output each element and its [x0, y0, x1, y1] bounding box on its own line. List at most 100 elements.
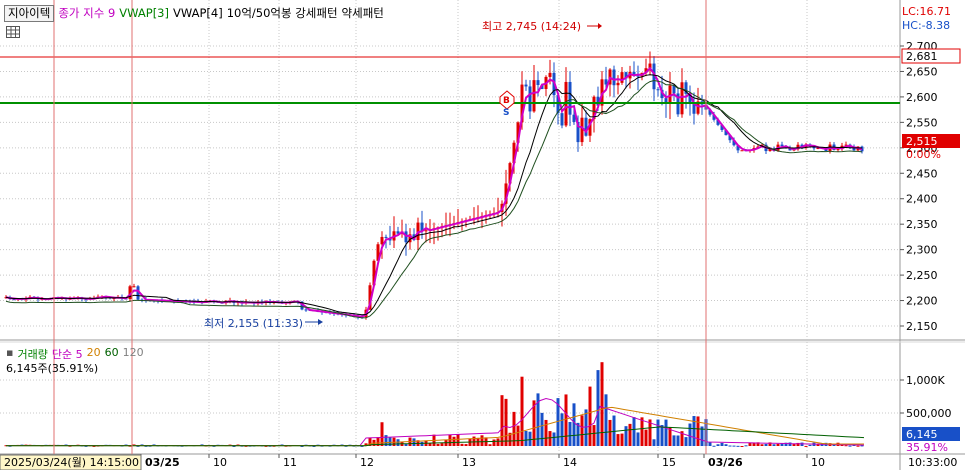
candle-body — [528, 86, 532, 112]
volume-bar — [404, 444, 408, 446]
volume-bar — [544, 419, 548, 446]
price-tick-label: 2,350 — [906, 218, 938, 231]
volume-bar — [496, 438, 500, 446]
change-percent: 0.00% — [906, 148, 941, 161]
volume-bar — [440, 443, 444, 446]
volume-bar — [848, 445, 852, 447]
volume-bar — [772, 444, 776, 446]
time-tick-label: 14 — [563, 456, 577, 469]
high-price-tag-text: 2,681 — [906, 50, 938, 63]
volume-bar — [584, 409, 588, 446]
volume-bar — [652, 439, 656, 446]
candle-body — [680, 82, 684, 115]
candle-body — [836, 149, 840, 151]
time-tick-label: 12 — [360, 456, 374, 469]
volume-bar — [644, 429, 648, 446]
volume-bar — [792, 444, 796, 446]
volume-bar — [516, 425, 520, 446]
price-tick-label: 2,150 — [906, 320, 938, 333]
candle-body — [384, 236, 388, 238]
volume-bar — [736, 445, 740, 447]
time-tick-label: 03/25 — [145, 456, 180, 469]
volume-bar — [456, 434, 460, 446]
legend-vwap4[interactable]: VWAP[4] — [173, 6, 223, 20]
cursor-date: 2025/03/24(월) 14:15:00 — [4, 456, 139, 469]
volume-bar — [620, 433, 624, 446]
time-tick-label: 11 — [283, 456, 297, 469]
volume-bar — [452, 436, 456, 446]
volume-bar — [776, 443, 780, 446]
volume-bar — [568, 422, 572, 446]
volume-bar — [708, 442, 712, 446]
candle-body — [304, 309, 308, 311]
volume-bar — [712, 445, 716, 447]
stock-name-button[interactable]: 지아이텍 — [4, 4, 55, 22]
volume-bar — [788, 442, 792, 446]
volume-bar — [684, 437, 688, 446]
volume-bar — [844, 445, 848, 447]
volume-bar — [500, 395, 504, 446]
price-tick-label: 2,550 — [906, 116, 938, 129]
legend-close-index[interactable]: 종가 지수 9 — [58, 5, 115, 21]
candle-body — [780, 144, 784, 147]
price-tick-label: 2,450 — [906, 167, 938, 180]
candle-body — [548, 72, 552, 77]
volume-bar — [592, 425, 596, 446]
hc-label: HC:-8.38 — [902, 19, 950, 32]
volume-bar — [448, 435, 452, 446]
volume-bar — [572, 403, 576, 446]
volume-legend-ma60[interactable]: 60 — [105, 346, 119, 362]
volume-bar — [688, 423, 692, 446]
volume-tick-label: 500,000 — [906, 407, 952, 420]
price-volume-chart[interactable]: 최고 2,745 (14:24) 최저 2,155 (11:33) B S LC… — [0, 0, 965, 470]
volume-pct: 35.91% — [906, 441, 948, 454]
volume-bar — [580, 415, 584, 446]
candle-body — [568, 81, 572, 115]
buy-marker-label: B — [503, 96, 510, 106]
legend-vwap3[interactable]: VWAP[3] — [119, 6, 169, 20]
volume-bar — [664, 419, 668, 446]
time-tick-label: 13 — [462, 456, 476, 469]
price-tick-label: 2,200 — [906, 295, 938, 308]
volume-tick-label: 1,000K — [906, 374, 945, 387]
volume-bar — [660, 425, 664, 446]
grid-table-icon[interactable] — [6, 26, 20, 38]
volume-bar — [732, 445, 736, 447]
volume-bar — [552, 432, 556, 446]
candle-body — [740, 150, 744, 152]
time-tick-label: 10 — [811, 456, 825, 469]
legend-pattern-strong[interactable]: 10억/50억봉 강세패턴 — [227, 5, 338, 21]
volume-bar — [672, 435, 676, 446]
volume-bar — [604, 394, 608, 446]
time-tick-label: 10 — [213, 456, 227, 469]
volume-bar — [612, 415, 616, 446]
volume-info: 6,145주(35.91%) — [6, 362, 99, 375]
volume-bar — [480, 435, 484, 446]
volume-bar — [488, 444, 492, 446]
volume-bar — [632, 417, 636, 446]
volume-bar — [856, 445, 860, 447]
time-tick-label: 15 — [662, 456, 676, 469]
indicator-legend: 지아이텍 종가 지수 9 VWAP[3] VWAP[4] 10억/50억봉 강세… — [4, 4, 384, 22]
candle-body — [612, 69, 616, 86]
volume-tag-text: 6,145 — [906, 428, 938, 441]
candle-body — [616, 82, 620, 86]
lc-label: LC:16.71 — [902, 5, 951, 18]
volume-bar — [464, 444, 468, 446]
low-annotation: 최저 2,155 (11:33) — [204, 317, 303, 330]
volume-bar — [740, 445, 744, 447]
volume-bar — [640, 417, 644, 446]
candle-body — [532, 80, 536, 112]
volume-legend-ma120[interactable]: 120 — [123, 346, 144, 362]
volume-bar — [628, 423, 632, 446]
volume-bar — [636, 432, 640, 446]
volume-bar — [564, 394, 568, 446]
time-tick-label: 03/26 — [708, 456, 743, 469]
candle-body — [132, 286, 136, 288]
chart-window: 최고 2,745 (14:24) 최저 2,155 (11:33) B S LC… — [0, 0, 965, 470]
volume-bar — [608, 419, 612, 446]
legend-pattern-weak[interactable]: 약세패턴 — [342, 5, 384, 21]
volume-bar — [560, 413, 564, 446]
volume-bar — [728, 445, 732, 447]
volume-bar — [492, 439, 496, 446]
